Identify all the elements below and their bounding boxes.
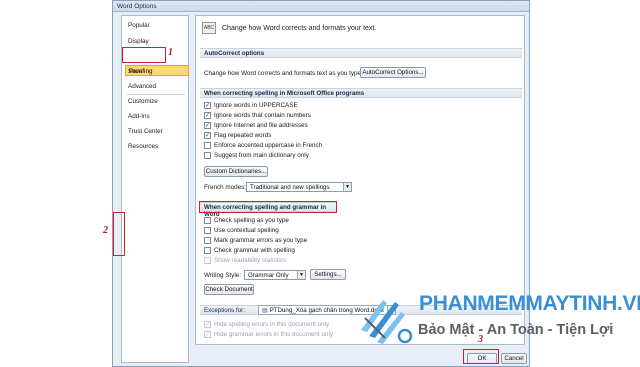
nav-item-advanced[interactable]: Advanced [128,83,156,90]
label-mark-grammar: Mark grammar errors as you type [214,237,308,244]
site-watermark: PHANMEMMAYTINH.VN Bảo Mật - An Toàn - Ti… [355,290,640,350]
checkbox-contextual-spelling[interactable] [204,227,211,234]
grammar-settings-button[interactable]: Settings... [310,269,346,280]
nav-item-trust-center[interactable]: Trust Center [128,128,163,135]
check-document-button[interactable]: Check Document [204,284,254,295]
label-flag-repeated: Flag repeated words [214,132,272,139]
label-readability: Show readability statistics [214,257,287,264]
word-spelling-section-header: When correcting spelling and grammar in … [199,201,337,218]
checkbox-group-highlight-box [113,212,125,256]
nav-item-add-ins[interactable]: Add-Ins [128,113,150,120]
label-ignore-internet: Ignore Internet and file addresses [214,122,308,129]
label-ignore-numbers: Ignore words that contain numbers [214,112,311,119]
step-2-label: 2 [103,225,108,236]
nav-item-save[interactable]: Save [128,68,142,75]
french-modes-label: French modes: [204,184,246,191]
label-french-accents: Enforce accented uppercase in French [214,142,323,149]
panel-heading: Change how Word corrects and formats you… [222,25,377,32]
label-contextual-spelling: Use contextual spelling [214,227,279,234]
label-main-dictionary: Suggest from main dictionary only [214,152,309,159]
nav-item-display[interactable]: Display [128,38,149,45]
label-hide-spelling-errors: Hide spelling errors in this document on… [214,321,330,328]
chevron-down-icon: ▼ [343,183,351,191]
watermark-logo-icon [361,300,413,344]
checkbox-ignore-internet[interactable]: ✓ [204,122,211,129]
checkbox-mark-grammar[interactable] [204,237,211,244]
checkbox-grammar-with-spelling[interactable] [204,247,211,254]
watermark-title: PHANMEMMAYTINH.VN [419,292,640,315]
checkbox-ignore-numbers[interactable]: ✓ [204,112,211,119]
writing-style-value: Grammar Only [248,272,289,279]
checkbox-hide-spelling-errors[interactable]: ✓ [204,321,211,328]
proofing-highlight-box [122,47,166,63]
nav-item-resources[interactable]: Resources [128,143,158,150]
checkbox-main-dictionary[interactable] [204,152,211,159]
checkbox-french-accents[interactable] [204,142,211,149]
label-check-spelling: Check spelling as you type [214,217,289,224]
title-bar: Word Options [113,1,529,12]
exceptions-label: Exceptions for: [204,307,245,314]
checkbox-readability[interactable] [204,257,211,264]
french-modes-value: Traditional and new spellings [250,184,330,191]
chevron-down-icon: ▼ [297,271,305,279]
writing-style-label: Writing Style: [204,272,241,279]
autocorrect-section-header: AutoCorrect options [200,48,522,58]
step-1-label: 1 [168,47,173,58]
checkbox-hide-grammar-errors[interactable]: ✓ [204,331,211,338]
nav-item-customize[interactable]: Customize [128,98,158,105]
nav-divider [127,94,185,95]
ok-highlight-box [463,349,499,364]
options-nav: Popular Display Proofing Save Advanced C… [121,15,189,363]
checkbox-flag-repeated[interactable]: ✓ [204,132,211,139]
office-spelling-section-header: When correcting spelling in Microsoft Of… [200,88,522,98]
autocorrect-description: Change how Word corrects and formats tex… [204,70,363,77]
label-grammar-with-spelling: Check grammar with spelling [214,247,295,254]
french-modes-select[interactable]: Traditional and new spellings ▼ [246,182,352,192]
autocorrect-options-button[interactable]: AutoCorrect Options... [360,67,426,78]
cancel-button[interactable]: Cancel [501,353,527,364]
document-icon: ▤ [262,307,270,314]
proofing-abc-icon: ABC [202,22,216,34]
watermark-tagline: Bảo Mật - An Toàn - Tiện Lợi [418,322,614,338]
label-ignore-uppercase: Ignore words in UPPERCASE [214,102,298,109]
label-hide-grammar-errors: Hide grammar errors in this document onl… [214,331,333,338]
custom-dictionaries-button[interactable]: Custom Dictionaries... [204,166,268,177]
checkbox-check-spelling[interactable] [204,217,211,224]
window-title: Word Options [117,3,157,10]
nav-item-popular[interactable]: Popular [128,22,150,29]
checkbox-ignore-uppercase[interactable]: ✓ [204,102,211,109]
writing-style-select[interactable]: Grammar Only ▼ [244,270,306,280]
